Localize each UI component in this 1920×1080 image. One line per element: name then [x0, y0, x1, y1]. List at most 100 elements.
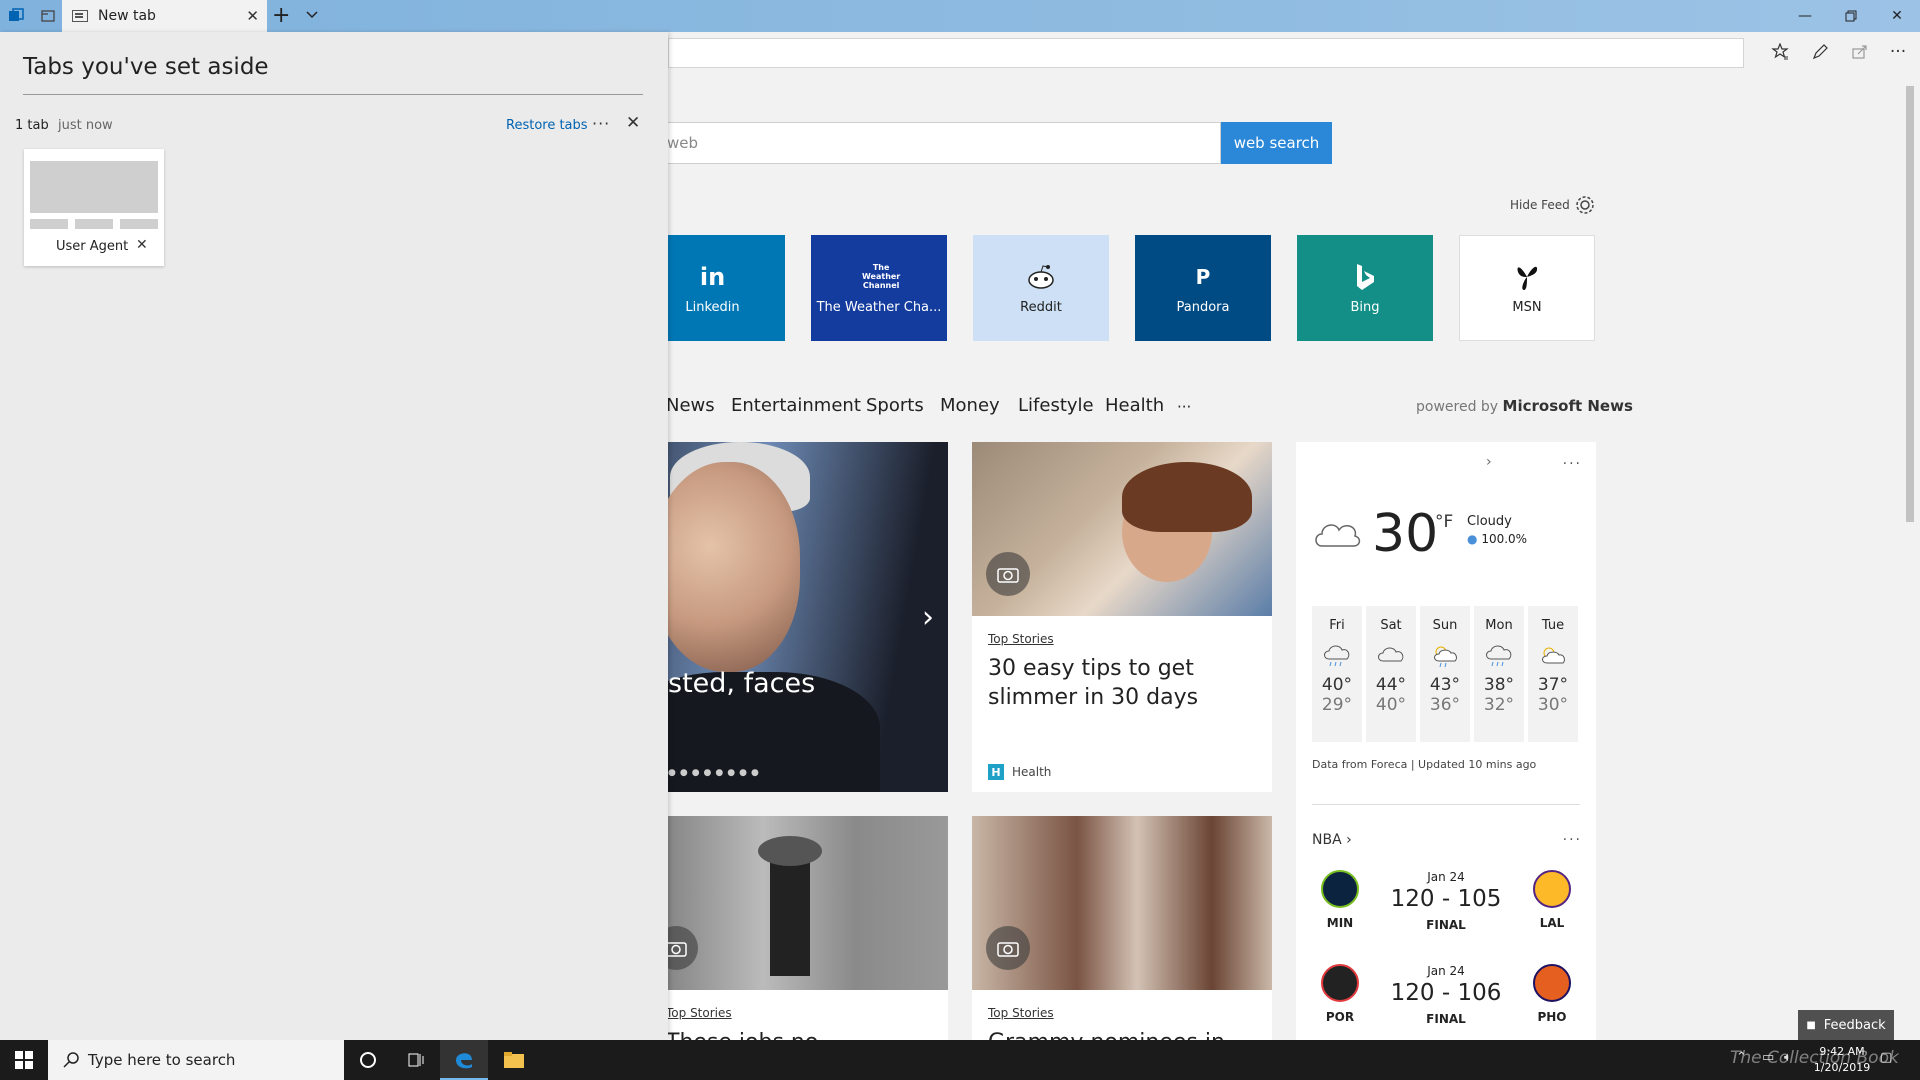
card-category[interactable]: Top Stories [666, 1006, 732, 1020]
nav-sports[interactable]: Sports [866, 395, 924, 416]
game-score[interactable]: 120 - 105 [1381, 886, 1511, 912]
high-temp: 40° [1321, 675, 1353, 695]
news-card[interactable]: Top Stories 30 easy tips to get slimmer … [972, 442, 1272, 792]
more-options-icon[interactable]: ··· [592, 114, 610, 133]
team-home[interactable]: POR [1312, 964, 1368, 1024]
rain-icon [1474, 639, 1524, 673]
team-away[interactable]: PHO [1524, 964, 1580, 1024]
close-icon[interactable]: ✕ [626, 113, 640, 133]
set-aside-tab-thumbnail[interactable]: User Agent ✕ [24, 149, 164, 266]
suns-icon [1533, 964, 1571, 1002]
restore-icon[interactable] [1828, 0, 1874, 32]
team-away[interactable]: LAL [1524, 870, 1580, 930]
close-icon[interactable]: ✕ [136, 237, 148, 253]
feedback-button[interactable]: ■ Feedback [1798, 1010, 1894, 1040]
rain-icon [1312, 639, 1362, 673]
clock[interactable]: 9:42 AM 1/20/2019 [1810, 1044, 1874, 1076]
news-card[interactable]: Top Stories Grammy nominees in [972, 816, 1272, 1040]
game-date: Jan 24 [1427, 870, 1465, 884]
tile-pandora[interactable]: P Pandora [1135, 235, 1271, 341]
network-icon[interactable]: ▭ [1762, 1050, 1774, 1065]
card-headline[interactable]: 30 easy tips to get slimmer in 30 days [988, 654, 1248, 712]
trail-blazers-icon [1321, 964, 1359, 1002]
nav-health[interactable]: Health [1105, 395, 1164, 416]
nav-entertainment[interactable]: Entertainment [731, 395, 861, 416]
tile-reddit[interactable]: Reddit [973, 235, 1109, 341]
edge-icon[interactable] [440, 1040, 488, 1080]
weather-more-icon[interactable]: ··· [1563, 456, 1582, 472]
forecast-day[interactable]: Tue 37° 30° [1528, 606, 1578, 742]
card-category[interactable]: Top Stories [988, 1006, 1054, 1020]
tray-chevron-icon[interactable]: ⌃ [1736, 1050, 1747, 1065]
news-card[interactable]: Top Stories These jobs no [640, 816, 948, 1040]
hero-carousel[interactable] [640, 442, 948, 792]
restore-tabs-link[interactable]: Restore tabs [506, 118, 588, 133]
temp-unit[interactable]: °F [1435, 512, 1453, 532]
low-temp: 29° [1321, 695, 1353, 715]
tabs-aside-icon[interactable] [4, 4, 28, 28]
more-icon[interactable]: ··· [1884, 40, 1912, 64]
address-bar[interactable] [668, 38, 1744, 68]
new-tab-icon[interactable]: + [272, 3, 290, 28]
chevron-down-icon[interactable] [304, 6, 320, 26]
game-score[interactable]: 120 - 106 [1381, 980, 1511, 1006]
forecast-day[interactable]: Fri 40° 29° [1312, 606, 1362, 742]
cortana-icon[interactable] [344, 1040, 392, 1080]
nav-more[interactable]: ··· [1177, 398, 1191, 416]
droplet-icon: ● [1467, 532, 1478, 546]
card-headline[interactable]: Grammy nominees in [988, 1028, 1248, 1040]
team-home[interactable]: MIN [1312, 870, 1368, 930]
tile-msn[interactable]: MSN [1459, 235, 1595, 341]
nba-link[interactable]: NBA › [1312, 832, 1352, 848]
close-tab-icon[interactable]: ✕ [246, 7, 259, 25]
chevron-right-icon[interactable]: › [922, 600, 934, 635]
tile-weather-channel[interactable]: The Weather Channel The Weather Cha... [811, 235, 947, 341]
low-temp: 30° [1537, 695, 1569, 715]
web-search-button[interactable]: web search [1221, 122, 1332, 164]
card-headline[interactable]: These jobs no [666, 1028, 926, 1040]
nav-lifestyle[interactable]: Lifestyle [1018, 395, 1094, 416]
low-temp: 36° [1429, 695, 1461, 715]
task-view-icon[interactable] [392, 1040, 440, 1080]
hide-feed-link[interactable]: Hide Feed [1510, 198, 1570, 212]
tile-label: The Weather Cha... [816, 299, 942, 315]
share-icon[interactable] [1846, 40, 1874, 64]
partly-sunny-icon [1528, 639, 1578, 673]
carousel-dots[interactable]: ●●●●●●●● [668, 768, 763, 778]
windows-start-icon[interactable] [0, 1040, 48, 1080]
set-tabs-aside-icon[interactable] [36, 4, 60, 28]
forecast-day[interactable]: Sun 43° 36° [1420, 606, 1470, 742]
bing-icon [1353, 262, 1377, 292]
nav-news[interactable]: News [666, 395, 715, 416]
tab-title: New tab [98, 8, 156, 24]
scroll-thumb[interactable] [1906, 86, 1914, 522]
close-window-icon[interactable]: ✕ [1874, 0, 1920, 32]
card-category[interactable]: Top Stories [988, 632, 1054, 646]
weather-data-source[interactable]: Data from Foreca | Updated 10 mins ago [1312, 758, 1536, 771]
divider [23, 94, 643, 95]
star-list-icon[interactable] [1766, 40, 1794, 64]
file-explorer-icon[interactable] [490, 1040, 538, 1080]
notifications-icon[interactable]: ▢ [1880, 1050, 1892, 1065]
volume-icon[interactable]: 🔈︎ [1784, 1050, 1792, 1065]
forecast-day[interactable]: Sat 44° 40° [1366, 606, 1416, 742]
forecast-day[interactable]: Mon 38° 32° [1474, 606, 1524, 742]
hero-headline[interactable]: sted, faces [668, 668, 815, 699]
search-icon [62, 1051, 80, 1073]
tile-bing[interactable]: Bing [1297, 235, 1433, 341]
scrollbar[interactable] [1900, 72, 1920, 1040]
minimize-icon[interactable]: — [1782, 0, 1828, 32]
chevron-right-icon[interactable]: › [1486, 454, 1492, 470]
gear-icon[interactable] [1574, 194, 1596, 216]
current-temp: 30 [1372, 504, 1439, 564]
search-input[interactable]: e web [640, 122, 1221, 164]
high-temp: 38° [1483, 675, 1515, 695]
day-name: Sat [1380, 618, 1402, 633]
nba-more-icon[interactable]: ··· [1563, 832, 1582, 848]
nav-money[interactable]: Money [940, 395, 1000, 416]
high-temp: 43° [1429, 675, 1461, 695]
pen-icon[interactable] [1806, 40, 1834, 64]
thumbnail-preview [30, 161, 158, 213]
tab-new-tab[interactable]: New tab ✕ [62, 0, 267, 32]
taskbar-search-input[interactable]: Type here to search [48, 1040, 344, 1080]
